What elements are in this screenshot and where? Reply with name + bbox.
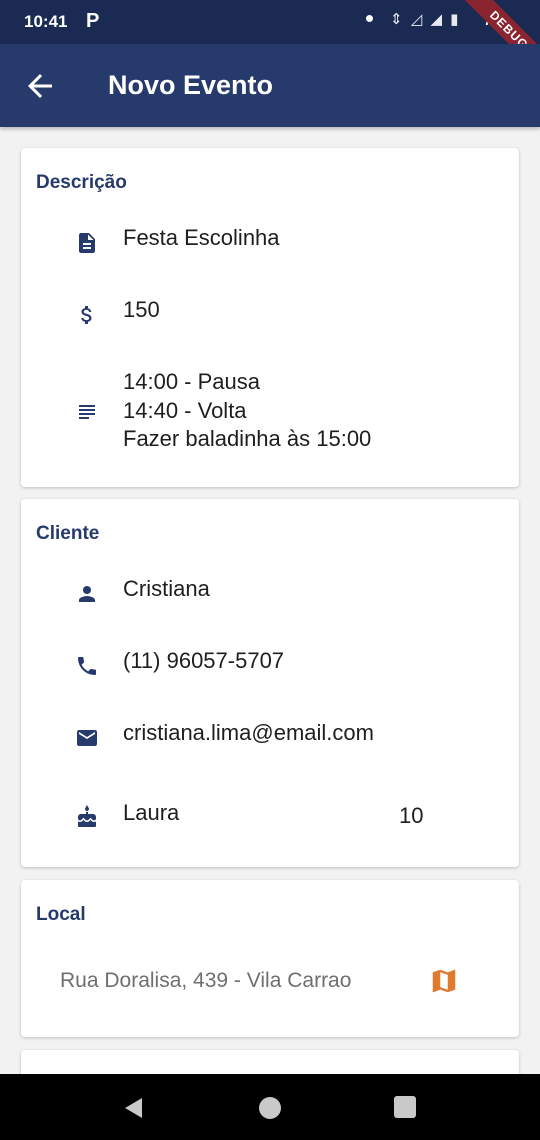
dollar-icon bbox=[81, 306, 92, 324]
notes-line: 14:40 - Volta bbox=[123, 397, 247, 423]
cake-icon bbox=[78, 805, 96, 827]
system-nav-bar bbox=[0, 1074, 540, 1140]
email-field[interactable]: cristiana.lima@email.com bbox=[123, 719, 374, 748]
app-bar: Novo Evento bbox=[0, 44, 540, 127]
event-name-field[interactable]: Festa Escolinha bbox=[123, 224, 280, 253]
signal-icons: ⇕ ◿ ◢ ▮ bbox=[390, 11, 461, 28]
address-field[interactable]: Rua Doralisa, 439 - Vila Carrao bbox=[60, 969, 351, 993]
birthday-age-field[interactable]: 10 bbox=[399, 803, 423, 829]
birthday-name-field[interactable]: Laura bbox=[123, 799, 179, 828]
phone-icon bbox=[78, 657, 96, 675]
back-button[interactable] bbox=[22, 68, 62, 104]
nav-back-icon[interactable] bbox=[122, 1096, 146, 1120]
client-name-field[interactable]: Cristiana bbox=[123, 575, 210, 604]
person-icon bbox=[79, 586, 95, 602]
notes-line: 14:00 - Pausa bbox=[123, 369, 260, 394]
notes-line: Fazer baladinha às 15:00 bbox=[123, 426, 372, 451]
email-icon bbox=[77, 730, 97, 746]
nav-home-icon[interactable] bbox=[259, 1097, 281, 1119]
price-field[interactable]: 150 bbox=[123, 296, 160, 325]
notification-icon: P bbox=[86, 10, 100, 32]
description-card: Descrição Festa Escolinha 150 14:00 - Pa… bbox=[21, 148, 519, 487]
arrow-left-icon bbox=[28, 74, 52, 98]
document-icon bbox=[79, 233, 95, 253]
notification-dot-icon bbox=[366, 15, 373, 22]
location-card: Local Rua Doralisa, 439 - Vila Carrao bbox=[21, 880, 519, 1037]
client-section-title: Cliente bbox=[36, 523, 100, 544]
notes-field[interactable]: 14:00 - Pausa 14:40 - Volta Fazer baladi… bbox=[123, 368, 371, 454]
phone-field[interactable]: (11) 96057-5707 bbox=[123, 647, 284, 676]
status-time: 10:41 bbox=[24, 12, 68, 31]
nav-recent-apps-icon[interactable] bbox=[394, 1096, 416, 1118]
page-title: Novo Evento bbox=[108, 70, 274, 100]
location-section-title: Local bbox=[36, 904, 86, 925]
client-card: Cliente Cristiana (11) 96057-5707 cristi… bbox=[21, 499, 519, 867]
description-section-title: Descrição bbox=[36, 172, 127, 193]
map-icon[interactable] bbox=[429, 966, 459, 996]
status-bar: 10:41 P ⇕ ◿ ◢ ▮ 75% DEBUG bbox=[0, 0, 540, 84]
notes-icon bbox=[79, 405, 95, 419]
